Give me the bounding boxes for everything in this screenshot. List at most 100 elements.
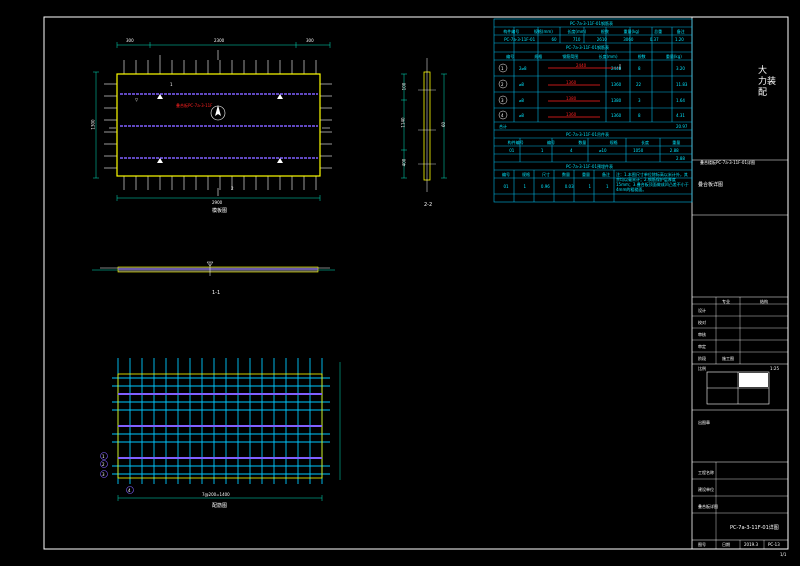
- header-value: 0.37: [649, 37, 659, 42]
- table2-title: PC-7a-3-11F-01吊件表: [566, 132, 609, 137]
- table3-cell: 1: [523, 184, 526, 189]
- plan-view: [93, 42, 332, 201]
- title-caption2: 叠合楼板PC-7a-3-11F-01详图: [700, 160, 755, 165]
- section-2-2-title: 2-2: [424, 202, 433, 208]
- row-id: 3: [501, 98, 504, 103]
- drawing-frame: [43, 16, 789, 550]
- unit-label: 建设单位: [698, 487, 714, 492]
- row-spec: ⌀8: [519, 113, 524, 118]
- table3-cell: 0.96: [540, 184, 550, 189]
- row-spec: 2⌀8: [519, 66, 527, 71]
- row-len: 2440: [611, 66, 622, 71]
- table3-cell: 0.03: [564, 184, 574, 189]
- table3-cell: 01: [503, 184, 509, 189]
- section-1-1-title: 1-1: [212, 290, 221, 296]
- row-bar-label: 1380: [566, 96, 577, 101]
- table2-row: 01 1 4 ⌀10 1050 2.88: [496, 148, 692, 153]
- row-len: 1360: [611, 82, 622, 87]
- header-value: PC-7a-3-11F-01: [504, 37, 536, 42]
- col-header: 重量(kg): [665, 54, 682, 59]
- row-wt: 3.20: [676, 66, 685, 71]
- table3-row: 01 1 0.96 0.03 1 1: [496, 184, 616, 189]
- header-cell: 总重: [654, 29, 663, 34]
- table2-total: 2.88: [676, 156, 685, 161]
- phase-label: 阶段: [698, 356, 706, 361]
- row-len: 1380: [611, 98, 622, 103]
- table3-header-cell: 重量: [582, 172, 590, 177]
- table2-cell: 1050: [633, 148, 644, 153]
- date-value: 2019.3: [744, 542, 758, 547]
- table2-header-cell: 构件编号: [507, 140, 524, 145]
- scale-label: 比例: [698, 366, 706, 371]
- section-mark-2: 2: [231, 186, 234, 191]
- col-header: 编号: [506, 54, 515, 59]
- drawing-title-label: 叠合板详图: [698, 504, 718, 509]
- row-bar-label: 1360: [566, 112, 577, 117]
- schedule-col-headers: 编号 规格 钢筋简图 长度(mm) 根数 重量(kg): [496, 54, 692, 59]
- row-spec: ⌀8: [519, 98, 524, 103]
- row-bar-label: 1360: [566, 80, 577, 85]
- table3-header-cell: 备注: [602, 172, 610, 177]
- drawing-title: PC-7a-3-11F-01详图: [730, 525, 779, 531]
- sheet-value: PC-13: [768, 542, 780, 547]
- profession-value: 结构: [760, 299, 768, 304]
- header-value: 1.20: [674, 37, 684, 42]
- row-qty: 8: [638, 66, 641, 71]
- table2-cell: 4: [569, 148, 573, 153]
- approve-label: 审定: [698, 344, 706, 349]
- schedule-subtitle: PC-7a-3-11F-01钢筋表: [566, 45, 609, 50]
- dim-overall-bottom: 2900: [212, 200, 223, 205]
- rebar-label: 4: [128, 488, 131, 493]
- header-cell: 根数: [600, 29, 609, 34]
- row-wt: 4.31: [676, 113, 685, 118]
- row-bar-label: 2440: [576, 63, 587, 68]
- row-id: 4: [501, 113, 504, 118]
- plan-red-note: 叠合板PC-7a-3-11F: [176, 103, 213, 108]
- phase-value: 施工图: [722, 356, 734, 361]
- col-header: 钢筋简图: [562, 54, 579, 59]
- row-wt: 1.64: [676, 98, 685, 103]
- rebar-bottom-dim: 7@200=1400: [202, 492, 230, 497]
- sec2-dim: 1140: [400, 117, 406, 128]
- total-value: 20.97: [676, 124, 688, 129]
- header-value: 2610: [596, 37, 607, 42]
- scale-value: 1:25: [770, 366, 779, 371]
- project-name-label: 工程名称: [698, 470, 714, 475]
- page-number: 1/1: [780, 552, 787, 557]
- table2-header-cell: 数量: [578, 140, 587, 145]
- header-value: 60: [551, 37, 557, 42]
- sheet-label: 图号: [698, 542, 706, 547]
- row-len: 1360: [611, 113, 622, 118]
- level-mark: ▽: [135, 97, 139, 102]
- col-header: 长度(mm): [598, 54, 618, 59]
- sec2-dim: 100: [401, 82, 407, 91]
- sec2-dim: 400: [401, 158, 407, 167]
- table2-cell: ⌀10: [599, 148, 607, 153]
- total-label: 合计: [499, 124, 507, 129]
- table2-cell: 1: [540, 148, 544, 153]
- col-header: 根数: [637, 54, 646, 59]
- table-note: 注：1.本图尺寸单位除标高以米计外，其余均以毫米计；2.钢筋保护层厚度15mm；…: [616, 172, 689, 192]
- table3-title: PC-7a-3-11F-01预埋件表: [566, 164, 613, 169]
- table3-header-cell: 尺寸: [542, 172, 550, 177]
- table2-cell: 2.88: [669, 148, 679, 153]
- key-plan-highlight: [739, 373, 768, 387]
- rebar-label: 2: [102, 462, 105, 467]
- table3-header-cell: 规格: [522, 172, 530, 177]
- rebar-view: [100, 358, 341, 501]
- rebar-view-title: 配筋图: [212, 503, 228, 509]
- dim-top-right: 300: [306, 38, 314, 43]
- row-qty: 22: [636, 82, 642, 87]
- header-cell: 长度(mm): [567, 29, 587, 34]
- table2-header-cell: 编号: [546, 140, 555, 145]
- title-caption: 叠合板详图: [698, 182, 724, 188]
- section-mark-1: 1: [170, 82, 173, 87]
- review-label: 审核: [698, 332, 706, 337]
- rebar-label: 3: [102, 472, 105, 477]
- project-name: 大 力装 配: [758, 66, 777, 98]
- plan-view-title: 模板图: [212, 208, 228, 214]
- table3-cell: 1: [588, 184, 592, 189]
- header-cell: 构件编号: [503, 29, 520, 34]
- check-label: 校对: [698, 320, 706, 325]
- rebar-label: 1: [102, 454, 105, 459]
